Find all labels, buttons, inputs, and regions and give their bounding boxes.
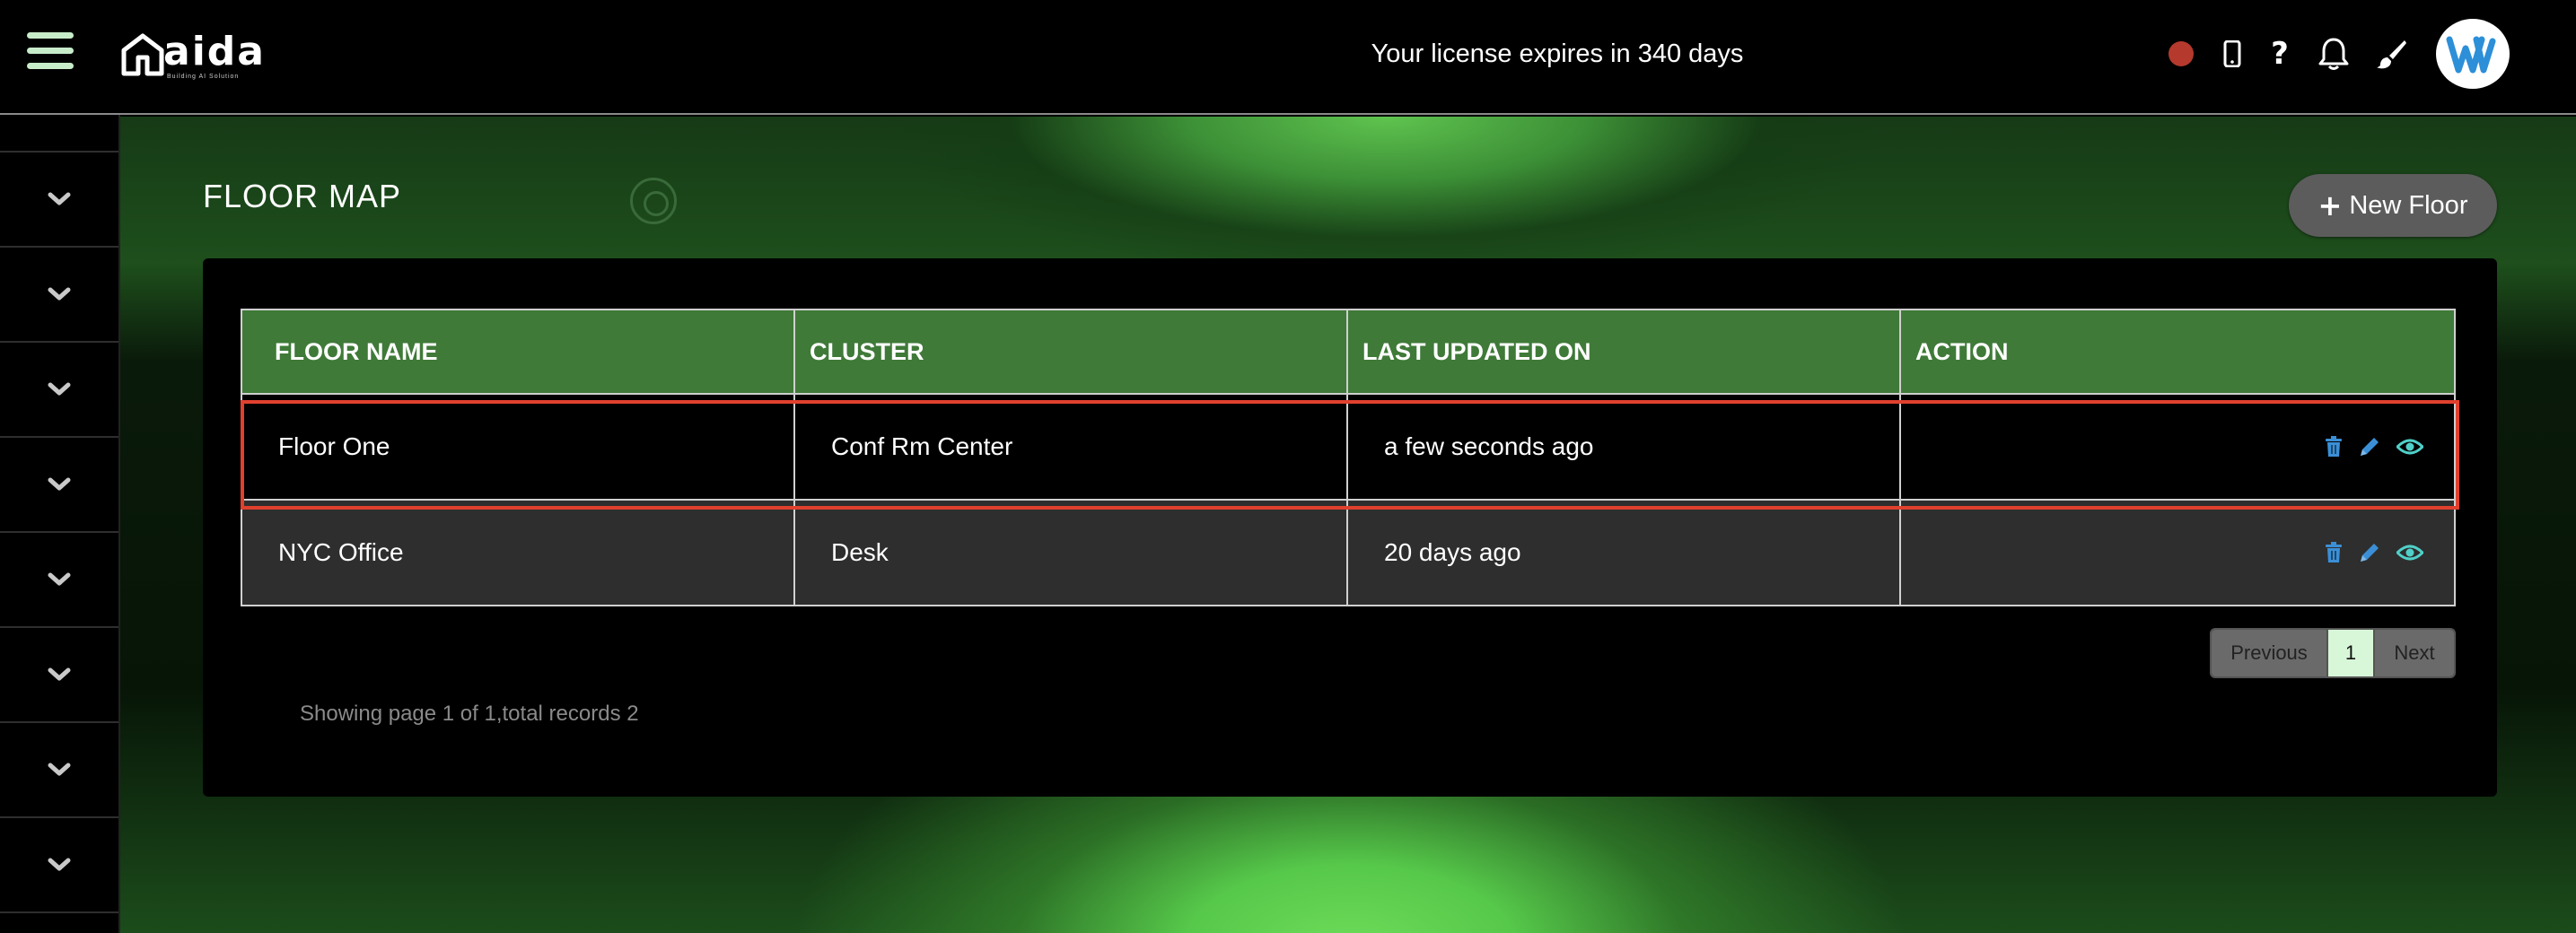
action-cell: [1899, 393, 2456, 501]
new-floor-button[interactable]: + New Floor: [2289, 174, 2497, 237]
sidebar-item[interactable]: [0, 628, 118, 723]
row-actions: [2325, 436, 2454, 458]
table-row[interactable]: Floor One Conf Rm Center a few seconds ago: [241, 393, 2459, 501]
last-updated-cell: 20 days ago: [1346, 499, 1901, 606]
sidebar-item[interactable]: [0, 153, 118, 248]
user-avatar[interactable]: [2436, 19, 2510, 89]
logo-text: aida: [163, 29, 266, 74]
sidebar-item[interactable]: [0, 723, 118, 818]
eye-icon[interactable]: [2396, 438, 2423, 456]
chevron-down-icon: [48, 858, 71, 872]
cluster-cell: Conf Rm Center: [793, 393, 1348, 501]
floor-table-panel: FLOOR NAME CLUSTER LAST UPDATED ON ACTIO…: [203, 258, 2497, 797]
logo-tagline: Building AI Solution: [167, 74, 240, 80]
next-page-button[interactable]: Next: [2375, 630, 2454, 676]
header-icons: ?: [2169, 18, 2510, 90]
recording-dot-icon[interactable]: [2169, 18, 2219, 90]
chevron-down-icon: [48, 287, 71, 301]
chevron-down-icon: [48, 382, 71, 397]
mobile-phone-icon[interactable]: [2219, 18, 2246, 90]
last-updated-cell: a few seconds ago: [1346, 393, 1901, 501]
new-floor-label: New Floor: [2349, 190, 2468, 220]
floor-name-cell: Floor One: [241, 393, 795, 501]
sidebar-item[interactable]: [0, 533, 118, 628]
house-logo-icon: [121, 33, 164, 76]
cluster-cell: Desk: [793, 499, 1348, 606]
column-header[interactable]: CLUSTER: [793, 309, 1348, 395]
chevron-down-icon: [48, 477, 71, 492]
chevron-down-icon: [48, 763, 71, 777]
bell-icon[interactable]: [2316, 18, 2352, 90]
aida-logo[interactable]: aida Building AI Solution: [120, 32, 266, 81]
current-page-button[interactable]: 1: [2328, 630, 2375, 676]
chevron-down-icon: [48, 667, 71, 682]
avatar-logo-icon: [2446, 36, 2496, 74]
top-bar: aida Building AI Solution Your license e…: [0, 0, 2576, 115]
pagination: Previous 1 Next: [2210, 628, 2456, 678]
sidebar-item[interactable]: [0, 438, 118, 533]
help-icon[interactable]: ?: [2264, 18, 2296, 90]
license-notice: Your license expires in 340 days: [1371, 39, 1744, 68]
column-header[interactable]: LAST UPDATED ON: [1346, 309, 1901, 395]
column-header: ACTION: [1899, 309, 2456, 395]
action-cell: [1899, 499, 2456, 606]
previous-page-button[interactable]: Previous: [2212, 630, 2328, 676]
pencil-icon[interactable]: [2359, 436, 2380, 458]
trash-icon[interactable]: [2325, 542, 2343, 563]
trash-icon[interactable]: [2325, 436, 2343, 458]
column-header[interactable]: FLOOR NAME: [241, 309, 795, 395]
chevron-down-icon: [48, 572, 71, 587]
row-actions: [2325, 542, 2454, 563]
floor-table: FLOOR NAME CLUSTER LAST UPDATED ON ACTIO…: [241, 309, 2459, 606]
hamburger-menu-icon[interactable]: [27, 31, 74, 72]
table-header-row: FLOOR NAME CLUSTER LAST UPDATED ON ACTIO…: [241, 309, 2459, 395]
main-content: FLOOR MAP + New Floor FLOOR NAME CLUSTER…: [120, 117, 2576, 933]
table-row[interactable]: NYC Office Desk 20 days ago: [241, 499, 2459, 606]
sidebar-item[interactable]: [0, 343, 118, 438]
page-title: FLOOR MAP: [203, 178, 402, 214]
floor-name-cell: NYC Office: [241, 499, 795, 606]
records-summary: Showing page 1 of 1,total records 2: [300, 702, 639, 726]
sidebar-top: [0, 115, 118, 153]
sidebar: [0, 115, 120, 933]
target-icon: [630, 178, 677, 224]
plus-icon: +: [2318, 188, 2343, 222]
eye-icon[interactable]: [2396, 544, 2423, 562]
sidebar-item[interactable]: [0, 818, 118, 913]
chevron-down-icon: [48, 192, 71, 206]
paint-brush-icon[interactable]: [2373, 18, 2409, 90]
sidebar-item[interactable]: [0, 248, 118, 343]
pencil-icon[interactable]: [2359, 542, 2380, 563]
